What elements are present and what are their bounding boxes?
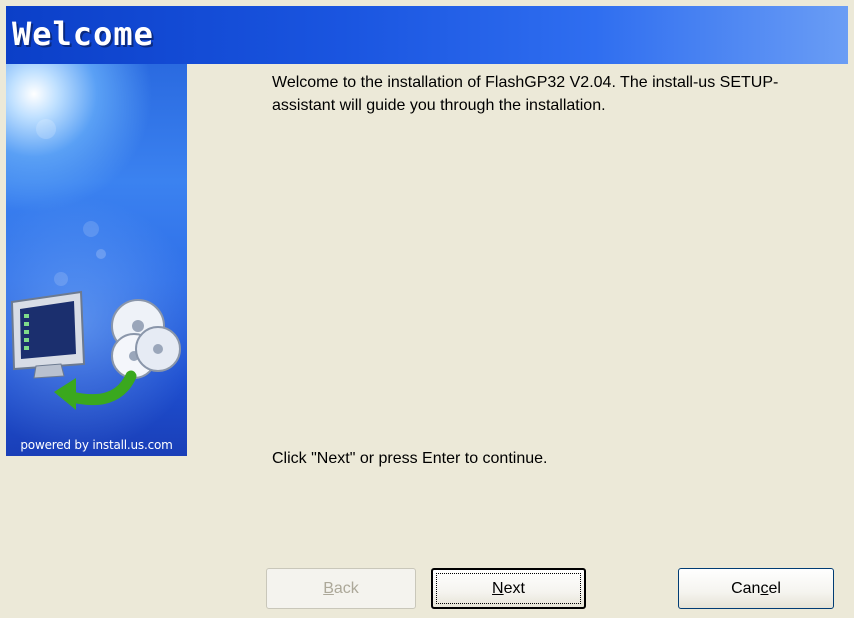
arrow-icon	[54, 370, 137, 410]
next-button[interactable]: Next	[431, 568, 586, 609]
side-panel: powered by install.us.com	[6, 64, 187, 456]
cancel-button[interactable]: Cancel	[678, 568, 834, 609]
disc-icon	[111, 299, 181, 379]
powered-by-label: powered by install.us.com	[20, 438, 173, 452]
continue-hint: Click "Next" or press Enter to continue.	[272, 450, 548, 467]
window-title: Welcome	[12, 15, 154, 53]
installer-window: Welcome powered by install.us.com Welcom…	[0, 0, 854, 618]
welcome-text: Welcome to the installation of FlashGP32…	[272, 74, 779, 114]
cancel-button-label: Cancel	[731, 579, 781, 597]
back-button[interactable]: Back	[266, 568, 416, 609]
focus-ring	[436, 573, 581, 604]
monitor-and-discs-icon	[10, 119, 181, 410]
monitor-icon	[10, 290, 86, 379]
title-bar: Welcome	[6, 6, 848, 64]
back-button-label: Back	[323, 579, 359, 597]
